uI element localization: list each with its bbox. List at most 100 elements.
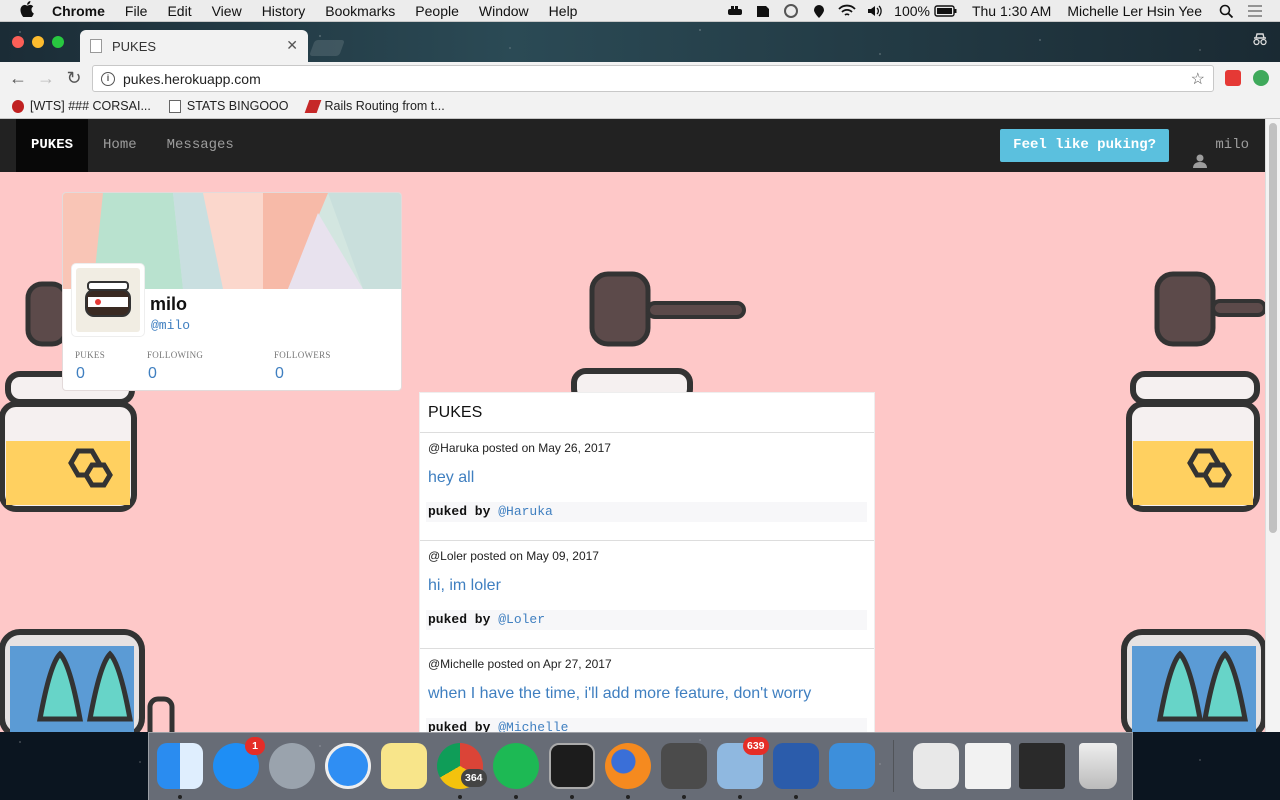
nav-home-link[interactable]: Home xyxy=(88,119,152,172)
running-indicator xyxy=(458,795,462,799)
nutella-jar-icon xyxy=(85,281,131,317)
profile-switcher-icon[interactable] xyxy=(1252,32,1268,51)
menubar-user[interactable]: Michelle Ler Hsin Yee xyxy=(1067,3,1202,19)
puke-meta: @Haruka posted on May 26, 2017 xyxy=(428,441,611,455)
puke-meta: @Michelle posted on Apr 27, 2017 xyxy=(428,657,612,671)
creative-cloud-icon[interactable] xyxy=(782,4,800,18)
menu-people[interactable]: People xyxy=(415,3,459,19)
sublime-icon[interactable] xyxy=(661,743,707,789)
honey-dipper-center-illustration xyxy=(571,271,746,394)
spotify-icon[interactable] xyxy=(493,743,539,789)
extension-red-icon[interactable] xyxy=(1225,70,1241,86)
trash-icon[interactable] xyxy=(1079,743,1117,789)
nav-messages-link[interactable]: Messages xyxy=(152,119,249,172)
running-indicator xyxy=(794,795,798,799)
running-indicator xyxy=(738,795,742,799)
page-scrollbar[interactable] xyxy=(1265,119,1280,732)
location-icon[interactable] xyxy=(810,4,828,18)
running-indicator xyxy=(570,795,574,799)
new-tab-button[interactable] xyxy=(309,40,345,56)
forward-arrow-icon[interactable]: → xyxy=(36,68,56,89)
running-indicator xyxy=(626,795,630,799)
macos-menu-bar: Chrome File Edit View History Bookmarks … xyxy=(0,0,1280,22)
volume-icon[interactable] xyxy=(866,4,884,18)
menu-help[interactable]: Help xyxy=(549,3,578,19)
stat-following-value[interactable]: 0 xyxy=(148,365,157,383)
puke-body[interactable]: hey all xyxy=(428,469,474,487)
tab-close-icon[interactable]: ✕ xyxy=(286,37,298,54)
bookmark-label: [WTS] ### CORSAI... xyxy=(30,99,151,113)
window-minimize-button[interactable] xyxy=(32,36,44,48)
profile-card: milo @milo PUKES 0 FOLLOWING 0 FOLLOWERS… xyxy=(62,192,402,391)
window-zoom-button[interactable] xyxy=(52,36,64,48)
bookmark-label: STATS BINGOOO xyxy=(186,99,289,113)
wifi-icon[interactable] xyxy=(838,4,856,18)
profile-name: milo xyxy=(150,294,188,314)
pukes-feed: PUKES @Haruka posted on May 26, 2017 hey… xyxy=(419,392,875,732)
rails-icon xyxy=(304,99,321,113)
menu-history[interactable]: History xyxy=(262,3,306,19)
site-info-icon[interactable]: i xyxy=(101,71,115,86)
firefox-icon[interactable] xyxy=(605,743,651,789)
launchpad-icon[interactable] xyxy=(269,743,315,789)
address-bar[interactable]: i pukes.herokuapp.com ☆ xyxy=(92,65,1214,92)
menubar-clock[interactable]: Thu 1:30 AM xyxy=(972,3,1051,19)
puke-author-link[interactable]: @Michelle xyxy=(498,720,568,732)
honey-jar-right-illustration xyxy=(1126,271,1265,512)
bookmark-item[interactable]: STATS BINGOOO xyxy=(168,99,289,113)
safari-icon[interactable] xyxy=(325,743,371,789)
notification-center-icon[interactable] xyxy=(1246,4,1264,18)
docker-icon[interactable] xyxy=(726,4,744,18)
finder-window-icon[interactable] xyxy=(965,743,1011,789)
battery-icon[interactable] xyxy=(934,4,958,18)
stat-followers-label: FOLLOWERS xyxy=(274,350,331,360)
battery-percent: 100% xyxy=(894,3,930,19)
puked-by-label: puked by xyxy=(428,612,499,627)
menu-window[interactable]: Window xyxy=(479,3,529,19)
notes-icon[interactable] xyxy=(381,743,427,789)
puke-body[interactable]: hi, im loler xyxy=(428,577,501,595)
finder-icon[interactable] xyxy=(157,743,203,789)
site-brand-link[interactable]: PUKES xyxy=(16,119,89,172)
document-icon xyxy=(168,99,181,113)
browser-tab-active[interactable]: PUKES ✕ xyxy=(80,30,308,62)
menu-view[interactable]: View xyxy=(212,3,242,19)
bookmark-item[interactable]: [WTS] ### CORSAI... xyxy=(12,99,151,113)
wunderlist-icon[interactable] xyxy=(829,743,875,789)
terminal-icon[interactable] xyxy=(549,743,595,789)
stat-followers-value[interactable]: 0 xyxy=(275,365,284,383)
feel-like-puking-button[interactable]: Feel like puking? xyxy=(1000,129,1169,162)
menu-bookmarks[interactable]: Bookmarks xyxy=(325,3,395,19)
reload-icon[interactable]: ↻ xyxy=(64,68,84,89)
preview-icon[interactable] xyxy=(913,743,959,789)
puke-byline: puked by @Loler xyxy=(426,610,867,630)
macos-dock: 1 364 639 xyxy=(148,732,1133,800)
stat-pukes-value[interactable]: 0 xyxy=(76,365,85,383)
menu-file[interactable]: File xyxy=(125,3,148,19)
puke-author-link[interactable]: @Loler xyxy=(498,612,545,627)
window-close-button[interactable] xyxy=(12,36,24,48)
word-icon[interactable] xyxy=(773,743,819,789)
menu-chrome[interactable]: Chrome xyxy=(52,3,105,19)
chrome-badge: 364 xyxy=(461,769,487,787)
current-user-link[interactable]: milo xyxy=(1193,119,1249,172)
menu-edit[interactable]: Edit xyxy=(167,3,191,19)
extension-green-icon[interactable] xyxy=(1253,70,1269,86)
bookmark-item[interactable]: Rails Routing from t... xyxy=(304,99,445,113)
running-indicator xyxy=(682,795,686,799)
bookmark-star-icon[interactable]: ☆ xyxy=(1191,69,1205,89)
puke-item: @Michelle posted on Apr 27, 2017 when I … xyxy=(420,649,874,732)
apple-menu-icon[interactable] xyxy=(20,0,38,21)
puke-byline: puked by @Haruka xyxy=(426,502,867,522)
terminal-window-icon[interactable] xyxy=(1019,743,1065,789)
page-scrollbar-thumb[interactable] xyxy=(1269,123,1277,533)
back-arrow-icon[interactable]: ← xyxy=(8,68,28,89)
puke-body[interactable]: when I have the time, i'll add more feat… xyxy=(428,685,811,703)
evernote-icon[interactable] xyxy=(754,4,772,18)
profile-avatar[interactable] xyxy=(71,263,145,337)
spotlight-search-icon[interactable] xyxy=(1218,4,1236,19)
running-indicator xyxy=(514,795,518,799)
profile-handle[interactable]: @milo xyxy=(151,318,190,333)
address-bar-url[interactable]: pukes.herokuapp.com xyxy=(123,71,261,87)
puke-author-link[interactable]: @Haruka xyxy=(498,504,553,519)
